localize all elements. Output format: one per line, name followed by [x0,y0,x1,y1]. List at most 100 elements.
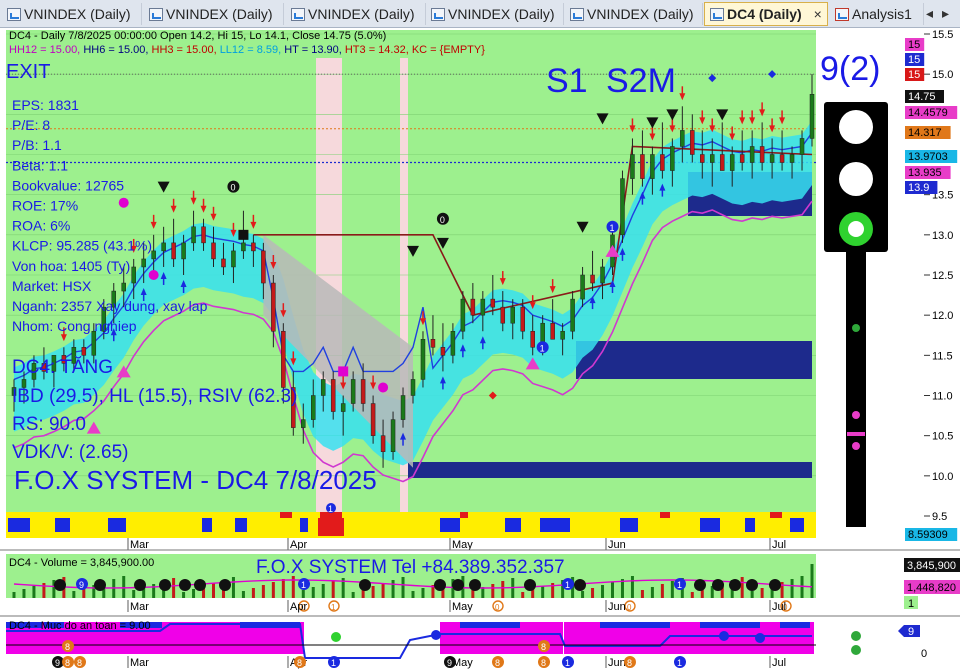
candle-body [809,94,815,139]
price-badge-text: 14.75 [908,91,936,103]
tab-vnindex-5[interactable]: VNINDEX (Daily) [565,3,703,25]
volume-bar [291,576,295,598]
pole-dot-magenta2 [852,442,860,450]
volume-dot [729,579,741,591]
price-tick-label: 13.0 [932,230,953,242]
safety-dot [331,632,341,642]
tab-vnindex-2[interactable]: VNINDEX (Daily) [144,3,284,25]
fundamental-item: Beta: 1.1 [12,157,68,173]
month-label: May [452,601,473,613]
volume-bar [810,564,814,598]
safety-label: DC4 - Muc do an toan = 9.00 [9,620,151,632]
candle-body [211,242,216,260]
strip-segment-blue [300,518,308,532]
volume-bar [22,589,26,598]
volume-dot [94,579,106,591]
chart-tab-icon [431,8,445,21]
bottom-marker-text: 9 [55,658,60,668]
candle-body [710,154,715,163]
candle-body [690,130,695,155]
candle-body [799,138,805,155]
s2m-signal: S2M [606,62,676,100]
volume-bar [241,591,245,598]
strip-segment-blue [202,518,212,532]
month-label: Apr [290,539,307,551]
candle-body [470,298,476,316]
scroll-right-icon[interactable]: ▸ [942,5,949,22]
safety-blue-top [600,622,670,628]
contact-banner: F.O.X SYSTEM Tel +84.389.352.357 [256,557,565,578]
candle-body [301,419,306,428]
candle-body [191,226,196,244]
price-badge-text: 15 [908,39,920,51]
candle-body [650,154,655,179]
chart-tab-icon [291,8,305,21]
volume-dot [134,579,146,591]
price-tick-label: 10.5 [932,431,953,443]
volume-badge-top-text: 3,845,900 [907,560,956,572]
safety-orange-text: 8 [541,642,546,652]
candle-body [350,379,356,404]
volume-bar [122,576,126,598]
tab-label: VNINDEX (Daily) [308,6,415,22]
analysis-tab-icon [835,8,849,21]
pole-dot-green [852,324,860,332]
volume-dot [219,579,231,591]
volume-dot [574,579,586,591]
candle-body [430,339,436,348]
stock-chart[interactable]: 0 0 1 1 DC4 - Daily 7/8/2025 00:00:00 Open … [0,28,960,671]
volume-bar [471,590,475,598]
fundamental-item: EPS: 1831 [12,97,79,113]
candle-body [171,242,176,260]
volume-bar [501,581,505,598]
volume-bar [172,578,176,598]
tab-vnindex-1[interactable]: VNINDEX (Daily) [2,3,142,25]
hh3-value: HH3 = 15.00, [152,44,220,56]
volume-badge-low-text: 1 [908,598,914,610]
support-box-low [408,462,812,478]
tab-vnindex-4[interactable]: VNINDEX (Daily) [426,3,564,25]
candle-body [510,306,515,324]
close-icon[interactable]: × [814,6,822,22]
volume-bar [391,580,395,598]
volume-marker-text: 1 [301,580,306,590]
strip-segment-blue [790,518,804,532]
tab-vnindex-3[interactable]: VNINDEX (Daily) [286,3,426,25]
strip-segment-red [460,512,468,518]
candle-body [340,403,346,412]
candle-body [580,274,585,300]
price-badge-text: 13.9703 [908,151,948,163]
s1-signal: S1 [546,62,588,100]
fundamental-item: ROE: 17% [12,198,78,214]
strip-segment-blue [620,518,638,532]
volume-bar [182,592,186,598]
candle-body [320,379,326,396]
volume-bar [261,585,265,598]
volume-dot [694,579,706,591]
fundamental-item: P/B: 1.1 [12,137,62,153]
bottom-marker-text: 1 [677,658,682,668]
volume-bar [311,587,315,598]
numbered-marker-text: 1 [610,223,615,233]
strip-segment-blue [55,518,70,532]
ibd-status: IBD (29.5), HL (15.5), RSIV (62.3) [12,386,297,407]
hh6-value: HH6 = 15.00, [83,44,151,56]
candle-body [480,298,486,316]
candle-body [141,258,146,268]
volume-bar [640,590,644,598]
scroll-left-icon[interactable]: ◂ [926,5,933,22]
candle-body [330,379,336,412]
strip-segment-blue [745,518,755,532]
candle-body [600,266,605,284]
strip-segment-blue [235,518,247,532]
ht3-value: HT3 = 14.32, [345,44,412,56]
tab-label: VNINDEX (Daily) [24,6,131,22]
tab-dc4[interactable]: DC4 (Daily) × [704,2,828,26]
chart-tab-icon [710,8,724,21]
candle-body [500,306,506,324]
price-badge-text: 13.9 [908,182,929,194]
candle-body [231,250,236,268]
tab-analysis1[interactable]: Analysis1 [830,3,924,25]
pole-bar-magenta [847,432,865,436]
volume-bar [750,591,754,598]
